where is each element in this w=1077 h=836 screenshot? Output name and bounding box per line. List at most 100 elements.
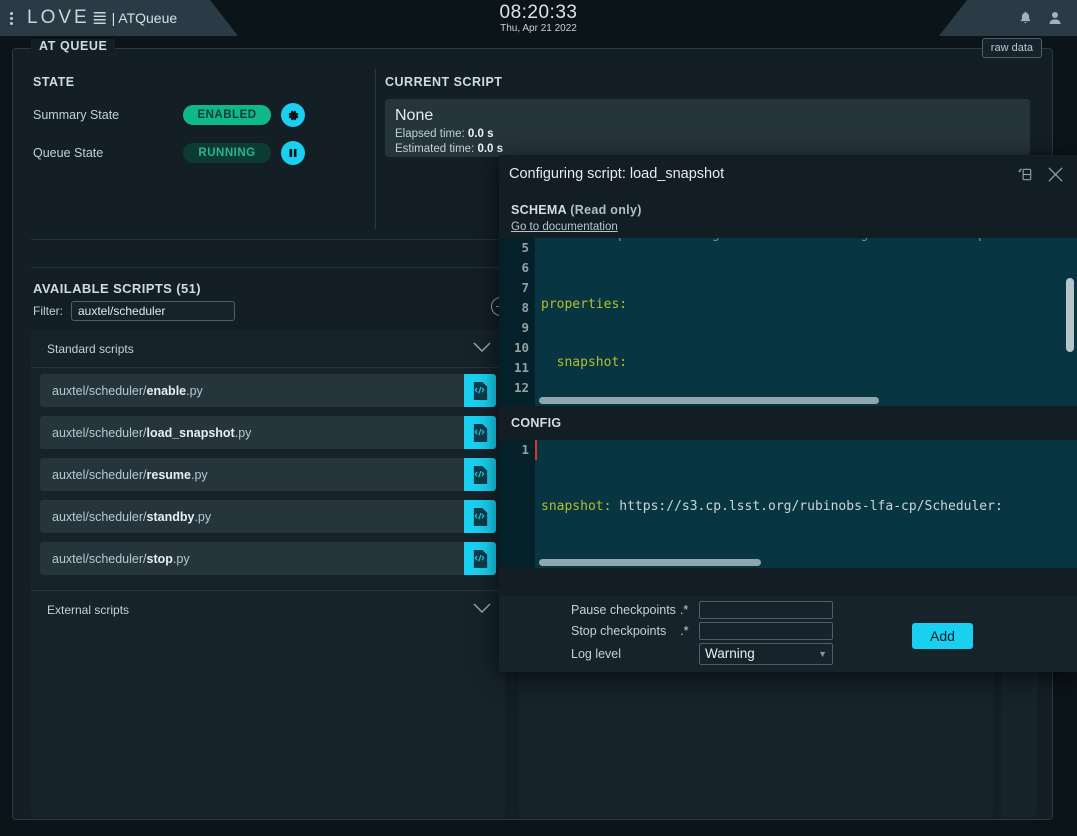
script-name: auxtel/scheduler/load_snapshot.py	[52, 426, 251, 440]
config-code: snapshot: https://s3.cp.lsst.org/rubinob…	[535, 440, 1077, 568]
line-number: 5	[499, 238, 535, 258]
section-divider	[375, 69, 376, 229]
chevron-down-icon[interactable]	[473, 601, 491, 619]
script-launch-icon[interactable]	[464, 458, 496, 491]
state-section: STATE Summary State ENABLED Queue State …	[33, 75, 363, 165]
script-group-header-external[interactable]: External scripts	[31, 590, 505, 628]
code-line: snapshot: https://s3.cp.lsst.org/rubinob…	[541, 497, 1077, 517]
schema-label: SCHEMA (Read only)	[499, 193, 1077, 217]
close-x-icon[interactable]	[1046, 165, 1065, 184]
script-basename: stop	[147, 552, 173, 566]
raw-data-button[interactable]: raw data	[982, 38, 1042, 58]
schema-readonly-note: (Read only)	[570, 203, 641, 217]
script-name: auxtel/scheduler/stop.py	[52, 552, 190, 566]
config-title: CONFIG	[511, 416, 561, 430]
current-script-section: CURRENT SCRIPT None Elapsed time: 0.0 s …	[385, 75, 1035, 157]
gear-icon[interactable]	[281, 103, 305, 127]
script-basename: load_snapshot	[147, 426, 235, 440]
pause-checkpoints-input[interactable]	[699, 601, 833, 619]
schema-gutter: 5 6 7 8 9 10 11 12	[499, 238, 535, 406]
modal-footer: Pause checkpoints.* Stop checkpoints.* L…	[499, 596, 1077, 672]
estimated-value: 0.0 s	[477, 143, 503, 155]
config-horizontal-scrollbar[interactable]	[539, 559, 761, 566]
log-level-value: Warning	[705, 646, 755, 661]
pause-icon[interactable]	[281, 141, 305, 165]
top-bar: LOVE ≣ | ATQueue 08:20:33 Thu, Apr 21 20…	[0, 0, 1077, 36]
config-gutter: 1	[499, 440, 535, 568]
stop-checkpoints-label: Stop checkpoints.*	[571, 624, 699, 638]
script-group-header-standard[interactable]: Standard scripts	[31, 330, 505, 368]
list-item[interactable]: auxtel/scheduler/stop.py	[40, 542, 496, 575]
script-launch-icon[interactable]	[464, 374, 496, 407]
current-script-elapsed: Elapsed time: 0.0 s	[395, 128, 1020, 140]
script-prefix: auxtel/scheduler/	[52, 384, 147, 398]
log-level-label: Log level	[571, 647, 699, 661]
state-row-queue: Queue State RUNNING	[33, 141, 363, 165]
script-name: auxtel/scheduler/enable.py	[52, 384, 203, 398]
schema-title: SCHEMA	[511, 203, 567, 217]
line-number: 12	[499, 378, 535, 398]
script-launch-icon[interactable]	[464, 416, 496, 449]
kebab-menu-icon[interactable]	[10, 12, 13, 25]
script-launch-icon[interactable]	[464, 500, 496, 533]
list-item[interactable]: auxtel/scheduler/standby.py	[40, 500, 496, 533]
line-number: 8	[499, 298, 535, 318]
elapsed-label: Elapsed time:	[395, 128, 465, 140]
pause-checkpoints-label: Pause checkpoints.*	[571, 603, 699, 617]
line-number: 11	[499, 358, 535, 378]
user-profile-icon[interactable]	[1047, 10, 1063, 26]
app-separator: |	[112, 10, 116, 26]
detach-window-icon[interactable]	[1017, 166, 1034, 183]
script-suffix: .py	[186, 384, 203, 398]
script-prefix: auxtel/scheduler/	[52, 510, 147, 524]
standard-scripts-list: auxtel/scheduler/enable.py auxtel/schedu…	[31, 368, 505, 590]
text-cursor	[535, 440, 537, 460]
schema-code: description: Configuration for loading S…	[535, 238, 1077, 406]
script-basename: resume	[147, 468, 191, 482]
line-number: 1	[499, 440, 535, 460]
script-name: auxtel/scheduler/resume.py	[52, 468, 208, 482]
filter-label: Filter:	[33, 304, 63, 318]
script-prefix: auxtel/scheduler/	[52, 468, 147, 482]
top-bar-right-section	[967, 0, 1077, 36]
stop-checkpoints-input[interactable]	[699, 622, 833, 640]
script-launch-icon[interactable]	[464, 542, 496, 575]
list-item[interactable]: auxtel/scheduler/enable.py	[40, 374, 496, 407]
script-suffix: .py	[235, 426, 252, 440]
top-bar-left-section: LOVE ≣ | ATQueue	[0, 0, 210, 36]
summary-state-badge: ENABLED	[183, 105, 271, 125]
summary-state-label: Summary State	[33, 108, 183, 122]
code-line: properties:	[541, 295, 1077, 315]
schema-editor[interactable]: 5 6 7 8 9 10 11 12 description: Configur…	[499, 238, 1077, 406]
line-number: 6	[499, 258, 535, 278]
script-group-title: Standard scripts	[47, 342, 134, 356]
line-number: 7	[499, 278, 535, 298]
filter-input[interactable]	[71, 301, 235, 321]
available-scripts-panel: Standard scripts auxtel/scheduler/enable…	[31, 330, 505, 817]
chevron-down-icon[interactable]	[473, 340, 491, 358]
list-item[interactable]: auxtel/scheduler/resume.py	[40, 458, 496, 491]
panel-title: AT QUEUE	[31, 39, 115, 53]
script-prefix: auxtel/scheduler/	[52, 552, 147, 566]
current-script-card: None Elapsed time: 0.0 s Estimated time:…	[385, 99, 1030, 157]
list-item[interactable]: auxtel/scheduler/load_snapshot.py	[40, 416, 496, 449]
script-suffix: .py	[191, 468, 208, 482]
log-level-select[interactable]: Warning ▼	[699, 643, 833, 665]
available-scripts-heading: AVAILABLE SCRIPTS (51)	[33, 281, 201, 296]
script-name: auxtel/scheduler/standby.py	[52, 510, 211, 524]
queue-state-badge: RUNNING	[183, 143, 271, 163]
logo-hamburger-mark: ≣	[92, 7, 108, 30]
script-basename: enable	[147, 384, 187, 398]
log-level-row: Log level Warning ▼	[571, 643, 833, 665]
schema-vertical-scrollbar[interactable]	[1066, 278, 1074, 352]
add-button[interactable]: Add	[912, 623, 973, 649]
schema-horizontal-scrollbar[interactable]	[539, 397, 879, 404]
app-title: ATQueue	[118, 10, 177, 26]
script-options-form: Pause checkpoints.* Stop checkpoints.* L…	[571, 601, 833, 668]
config-editor[interactable]: 1 snapshot: https://s3.cp.lsst.org/rubin…	[499, 440, 1077, 568]
stop-checkpoints-row: Stop checkpoints.*	[571, 622, 833, 640]
line-number: 9	[499, 318, 535, 338]
script-prefix: auxtel/scheduler/	[52, 426, 147, 440]
notifications-bell-icon[interactable]	[1018, 10, 1033, 26]
documentation-link[interactable]: Go to documentation	[511, 221, 618, 233]
